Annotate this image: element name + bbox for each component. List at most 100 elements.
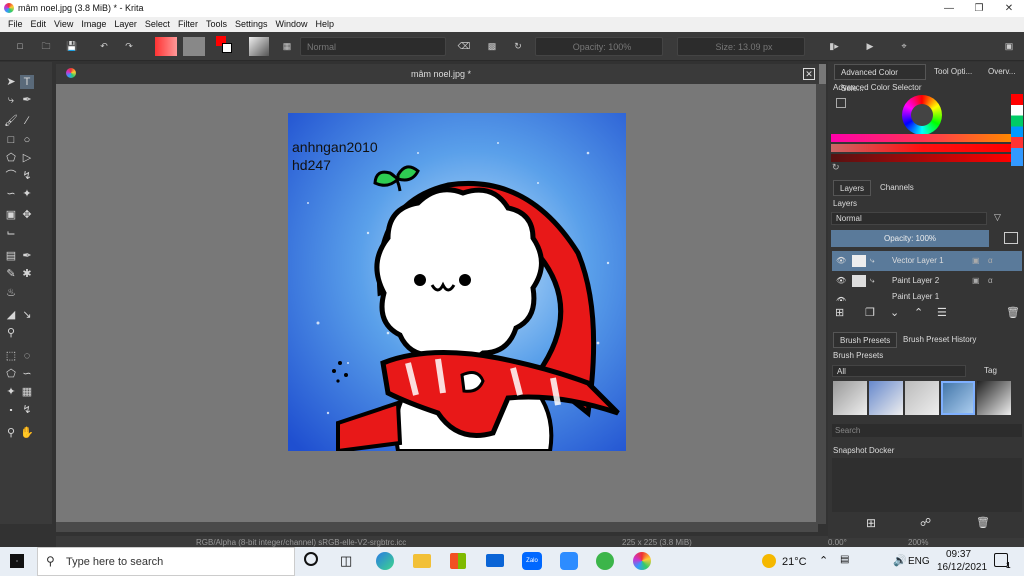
- microsoft-store-icon[interactable]: [450, 553, 466, 569]
- crop-tool-icon[interactable]: ⌙: [4, 226, 18, 240]
- fill-tool-icon[interactable]: ♨: [4, 286, 18, 300]
- undo-icon[interactable]: ↶: [96, 37, 112, 56]
- saturation-slider-bar[interactable]: [831, 144, 1011, 152]
- volume-icon[interactable]: 🔊: [893, 554, 907, 567]
- menu-edit[interactable]: Edit: [27, 17, 51, 32]
- visibility-eye-icon[interactable]: 👁: [836, 291, 846, 301]
- brush-preset-2[interactable]: [869, 381, 903, 415]
- tab-layers[interactable]: Layers: [833, 180, 872, 196]
- layer-properties-icon[interactable]: ☰: [937, 306, 947, 319]
- weather-icon[interactable]: [762, 554, 776, 568]
- layer-filter-icon[interactable]: ▽: [994, 212, 1001, 223]
- color-selector-settings-icon[interactable]: [836, 98, 846, 108]
- blend-mode-select[interactable]: Normal: [300, 37, 446, 56]
- zalo-app-icon[interactable]: Zalo: [522, 552, 542, 570]
- layer-opacity-slider[interactable]: Opacity: 100%: [831, 230, 989, 247]
- tag-button[interactable]: Tag: [984, 366, 997, 375]
- tab-brush-preset-history[interactable]: Brush Preset History: [897, 332, 982, 348]
- background-color-swatch[interactable]: [222, 43, 232, 53]
- visibility-eye-icon[interactable]: 👁: [836, 251, 846, 271]
- edge-browser-icon[interactable]: [376, 552, 394, 570]
- task-view-icon[interactable]: ◫: [340, 553, 352, 569]
- tab-tool-options[interactable]: Tool Opti...: [928, 64, 978, 80]
- color-triangle-wheel[interactable]: [902, 95, 942, 135]
- brush-preset-3[interactable]: [905, 381, 939, 415]
- alpha-inherit-icon[interactable]: α: [988, 271, 993, 291]
- layer-row-vector-1[interactable]: 👁 ⤷ Vector Layer 1 ▣ α: [832, 251, 1022, 271]
- brush-tool-icon[interactable]: 🖌: [4, 114, 18, 128]
- tab-brush-presets[interactable]: Brush Presets: [833, 332, 898, 348]
- mirror-horizontal-icon[interactable]: ▮▸: [826, 37, 842, 56]
- polyline-tool-icon[interactable]: ▷: [20, 151, 34, 165]
- minimize-button[interactable]: —: [934, 0, 964, 17]
- docker-toggle-icon[interactable]: ▣: [1001, 37, 1017, 56]
- tab-channels[interactable]: Channels: [874, 180, 920, 196]
- eraser-icon[interactable]: ⌫: [456, 37, 472, 56]
- edit-shapes-tool-icon[interactable]: ⤷: [4, 93, 18, 107]
- reload-preset-icon[interactable]: ↻: [510, 37, 526, 56]
- brush-filter-select[interactable]: All: [832, 365, 966, 377]
- ellipse-select-tool-icon[interactable]: ◌: [20, 349, 34, 363]
- contiguous-select-tool-icon[interactable]: ✦: [4, 385, 18, 399]
- size-slider[interactable]: Size: 13.09 px: [677, 37, 805, 56]
- zoom-meeting-icon[interactable]: [560, 552, 578, 570]
- menu-tools[interactable]: Tools: [202, 17, 231, 32]
- redo-icon[interactable]: ↷: [121, 37, 137, 56]
- select-shapes-tool-icon[interactable]: ➤: [4, 75, 18, 89]
- colorize-mask-tool-icon[interactable]: ✎: [4, 267, 18, 281]
- color-triangle[interactable]: [911, 104, 933, 126]
- brush-preset-button[interactable]: [249, 37, 269, 56]
- move-layer-down-icon[interactable]: ⌄: [890, 306, 899, 319]
- pan-tool-icon[interactable]: ✋: [20, 426, 34, 440]
- reference-tool-icon[interactable]: ⚲: [4, 326, 18, 340]
- move-layer-up-icon[interactable]: ⌃: [914, 306, 923, 319]
- menu-help[interactable]: Help: [312, 17, 339, 32]
- menu-file[interactable]: File: [4, 17, 27, 32]
- alpha-inherit-icon[interactable]: α: [988, 251, 993, 271]
- calligraphy-tool-icon[interactable]: ✒: [20, 93, 34, 107]
- krita-taskbar-icon[interactable]: [633, 552, 651, 570]
- delete-layer-icon[interactable]: 🗑: [1006, 306, 1020, 319]
- polygon-select-tool-icon[interactable]: ⬠: [4, 367, 18, 381]
- new-document-icon[interactable]: □: [12, 37, 28, 56]
- clock-date[interactable]: 16/12/2021: [937, 562, 987, 573]
- windows-start-icon[interactable]: [10, 554, 24, 568]
- gradient-tool-icon[interactable]: ▤: [4, 249, 18, 263]
- delete-snapshot-icon[interactable]: 🗑: [976, 516, 990, 529]
- layer-row-paint-2[interactable]: 👁 ⤷ Paint Layer 2 ▣ α: [832, 271, 1022, 291]
- visibility-eye-icon[interactable]: 👁: [836, 271, 846, 291]
- artwork-canvas[interactable]: anhngan2010 hd247: [288, 113, 626, 451]
- bezier-select-tool-icon[interactable]: ⬝: [4, 403, 18, 417]
- camera-snapshot-icon[interactable]: ☍: [920, 516, 931, 529]
- zoom-tool-icon[interactable]: ⚲: [4, 426, 18, 440]
- brush-preset-5[interactable]: [977, 381, 1011, 415]
- menu-window[interactable]: Window: [271, 17, 311, 32]
- rectangle-tool-icon[interactable]: □: [4, 133, 18, 147]
- gradient-preset-button[interactable]: [155, 37, 177, 56]
- rect-select-tool-icon[interactable]: ⬚: [4, 349, 18, 363]
- dynamic-brush-tool-icon[interactable]: ∽: [4, 187, 18, 201]
- ellipse-tool-icon[interactable]: ○: [20, 133, 34, 147]
- close-document-button[interactable]: ✕: [803, 68, 815, 80]
- bezier-tool-icon[interactable]: ⌒: [4, 169, 18, 183]
- value-slider-bar[interactable]: [831, 154, 1011, 162]
- menu-settings[interactable]: Settings: [231, 17, 272, 32]
- freehand-select-tool-icon[interactable]: ∽: [20, 367, 34, 381]
- magnetic-select-tool-icon[interactable]: ↯: [20, 403, 34, 417]
- close-window-button[interactable]: ✕: [994, 0, 1024, 17]
- system-tray-chevron-icon[interactable]: ⌃: [819, 554, 828, 567]
- pattern-preset-button[interactable]: [183, 37, 205, 56]
- transform-tool-icon[interactable]: ▣: [4, 208, 18, 222]
- canvas-horizontal-scrollbar[interactable]: [56, 522, 818, 532]
- brush-search-input[interactable]: Search: [832, 424, 1022, 437]
- line-tool-icon[interactable]: ∕: [20, 114, 34, 128]
- input-language[interactable]: ENG: [908, 556, 930, 567]
- document-tab-title[interactable]: mâm noel.jpg *: [411, 69, 471, 79]
- network-icon[interactable]: ▤: [840, 554, 849, 565]
- mirror-vertical-icon[interactable]: ▶: [862, 37, 878, 56]
- brush-preset-1[interactable]: [833, 381, 867, 415]
- menu-image[interactable]: Image: [77, 17, 110, 32]
- alpha-lock-icon[interactable]: ▩: [484, 37, 500, 56]
- add-layer-button[interactable]: ⊞: [835, 306, 844, 319]
- lock-icon[interactable]: ▣: [972, 251, 980, 271]
